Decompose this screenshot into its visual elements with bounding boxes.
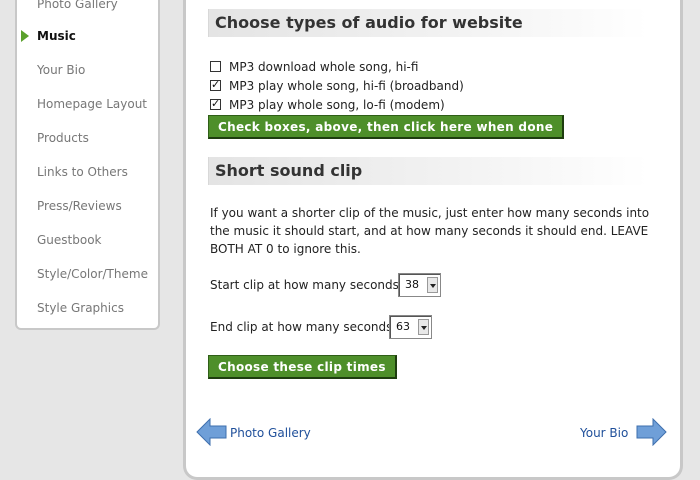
sidebar-nav: Photo Gallery Music Your Bio Homepage La… — [15, 0, 160, 330]
chevron-down-icon — [427, 277, 438, 293]
option-label: MP3 download whole song, hi-fi — [229, 60, 419, 74]
sound-clip-description: If you want a shorter clip of the music,… — [210, 206, 650, 256]
sidebar-item-links-to-others[interactable]: Links to Others — [17, 160, 158, 184]
end-clip-label: End clip at how many seconds: — [210, 320, 397, 334]
prev-page-link[interactable]: Photo Gallery — [230, 426, 311, 440]
sidebar-item-label: Music — [37, 29, 76, 43]
active-arrow-icon — [21, 30, 29, 42]
sidebar-item-press-reviews[interactable]: Press/Reviews — [17, 194, 158, 218]
checkbox-mp3-hifi[interactable] — [210, 77, 221, 93]
audio-types-submit-button[interactable]: Check boxes, above, then click here when… — [208, 115, 565, 139]
audio-option-mp3-hifi[interactable]: MP3 play whole song, hi-fi (broadband) — [210, 77, 464, 94]
audio-option-mp3-download[interactable]: MP3 download whole song, hi-fi — [210, 59, 418, 75]
checkbox-mp3-lofi[interactable] — [210, 96, 221, 112]
checkbox-mp3-download[interactable] — [210, 61, 221, 72]
arrow-left-icon[interactable] — [196, 418, 228, 446]
clip-times-submit-button[interactable]: Choose these clip times — [208, 355, 397, 379]
sidebar-item-your-bio[interactable]: Your Bio — [17, 58, 158, 82]
sidebar-item-style-graphics[interactable]: Style Graphics — [17, 296, 158, 320]
audio-types-heading: Choose types of audio for website — [208, 9, 648, 37]
audio-option-mp3-lofi[interactable]: MP3 play whole song, lo-fi (modem) — [210, 96, 445, 113]
start-clip-select[interactable]: 38 — [398, 273, 441, 297]
sound-clip-heading: Short sound clip — [208, 157, 648, 185]
main-panel: Choose types of audio for website MP3 do… — [183, 0, 683, 480]
end-clip-value: 63 — [396, 320, 410, 333]
end-clip-select[interactable]: 63 — [389, 315, 432, 339]
sidebar-item-music[interactable]: Music — [17, 24, 158, 48]
sidebar-item-photo-gallery[interactable]: Photo Gallery — [17, 0, 158, 16]
sidebar-item-guestbook[interactable]: Guestbook — [17, 228, 158, 252]
chevron-down-icon — [418, 319, 429, 335]
arrow-right-icon[interactable] — [635, 418, 667, 446]
start-clip-value: 38 — [405, 278, 419, 291]
sidebar-item-style-color-theme[interactable]: Style/Color/Theme — [17, 262, 158, 286]
option-label: MP3 play whole song, hi-fi (broadband) — [229, 79, 464, 93]
sidebar-item-products[interactable]: Products — [17, 126, 158, 150]
sidebar-item-homepage-layout[interactable]: Homepage Layout — [17, 92, 158, 116]
option-label: MP3 play whole song, lo-fi (modem) — [229, 98, 445, 112]
next-page-link[interactable]: Your Bio — [580, 426, 628, 440]
start-clip-label: Start clip at how many seconds: — [210, 278, 403, 292]
